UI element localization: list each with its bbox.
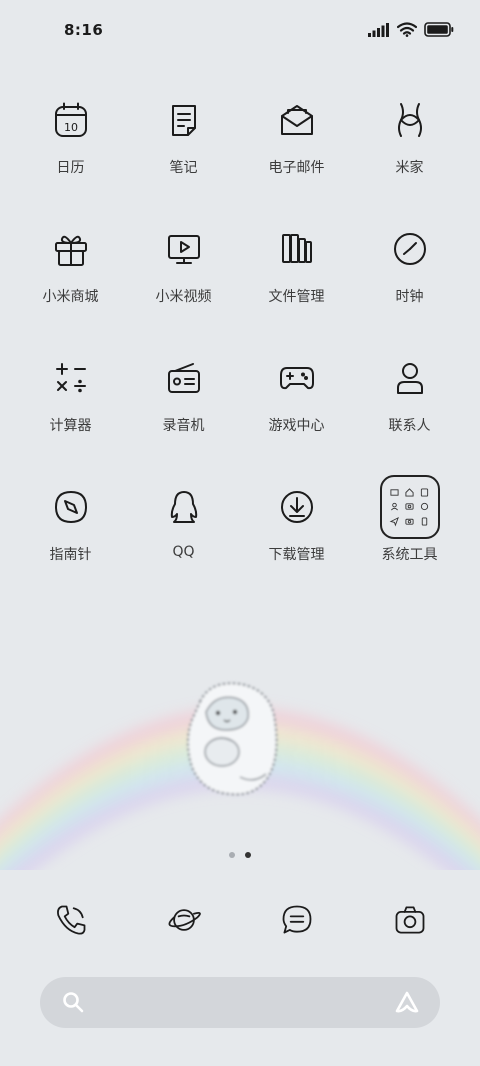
app-label: 笔记 [169,160,198,176]
status-time: 8:16 [64,21,104,39]
app-label: 游戏中心 [268,418,325,434]
app-clock[interactable]: 时钟 [353,217,466,346]
dock-phone[interactable] [14,888,127,952]
mini-app-icon [389,486,402,499]
app-mijia[interactable]: 米家 [353,88,466,217]
mini-app-icon [389,501,402,514]
app-label: 录音机 [162,418,205,434]
app-label: 文件管理 [268,289,325,305]
wallpaper [0,610,480,870]
app-recorder[interactable]: 录音机 [127,346,240,475]
app-label: 指南针 [49,547,92,563]
app-label: 小米视频 [155,289,212,305]
notes-icon [152,88,216,152]
app-grid: 10 日历 笔记 电子邮件 米家 小米商城 小米视频 文件管理 时钟 计算器 录… [14,88,466,604]
app-contacts[interactable]: 联系人 [353,346,466,475]
assistant-icon[interactable] [394,990,420,1016]
search-icon [63,992,84,1013]
app-label: 下载管理 [268,547,325,563]
search-bar[interactable] [40,977,440,1028]
app-qq[interactable]: QQ [127,475,240,604]
mini-app-icon [403,486,416,499]
battery-icon [424,22,454,37]
app-email[interactable]: 电子邮件 [240,88,353,217]
folder-preview [379,475,440,539]
penguin-icon [152,475,216,539]
mini-app-icon [403,515,416,528]
app-label: 米家 [395,160,424,176]
app-label: 日历 [56,160,85,176]
message-icon [265,888,329,952]
radio-icon [152,346,216,410]
app-compass[interactable]: 指南针 [14,475,127,604]
app-mi-store[interactable]: 小米商城 [14,217,127,346]
gift-icon [39,217,103,281]
compass-icon [39,475,103,539]
mini-app-icon [389,515,402,528]
app-game-center[interactable]: 游戏中心 [240,346,353,475]
app-system-tools-folder[interactable]: 系统工具 [353,475,466,604]
hamster-illustration [187,682,278,796]
app-label: 电子邮件 [268,160,325,176]
mijia-icon [378,88,442,152]
wifi-icon [397,22,417,37]
mini-app-icon [418,501,431,514]
video-icon [152,217,216,281]
app-label: 系统工具 [381,547,438,563]
calculator-icon [39,346,103,410]
app-label: 时钟 [395,289,424,305]
phone-icon [39,888,103,952]
mini-app-icon [418,515,431,528]
app-notes[interactable]: 笔记 [127,88,240,217]
dock-messages[interactable] [240,888,353,952]
svg-text:10: 10 [64,121,78,134]
camera-icon [378,888,442,952]
status-bar: 8:16 [0,0,480,62]
rainbow-illustration [0,707,480,870]
clock-icon [378,217,442,281]
page-dot-active[interactable] [245,852,251,858]
gamepad-icon [265,346,329,410]
app-label: 小米商城 [42,289,99,305]
person-icon [378,346,442,410]
page-indicator [0,852,480,858]
app-mi-video[interactable]: 小米视频 [127,217,240,346]
app-label: 计算器 [49,418,92,434]
dock [14,888,466,952]
email-icon [265,88,329,152]
app-calendar[interactable]: 10 日历 [14,88,127,217]
app-file-manager[interactable]: 文件管理 [240,217,353,346]
mini-app-icon [418,486,431,499]
page-dot[interactable] [229,852,235,858]
signal-icon [368,22,389,37]
folder-icon [378,475,442,539]
calendar-icon: 10 [39,88,103,152]
download-icon [265,475,329,539]
app-download-manager[interactable]: 下载管理 [240,475,353,604]
app-label: QQ [172,544,195,560]
planet-icon [152,888,216,952]
app-calculator[interactable]: 计算器 [14,346,127,475]
status-icons [368,22,454,37]
dock-camera[interactable] [353,888,466,952]
mini-app-icon [403,501,416,514]
dock-browser[interactable] [127,888,240,952]
app-label: 联系人 [388,418,431,434]
files-icon [265,217,329,281]
